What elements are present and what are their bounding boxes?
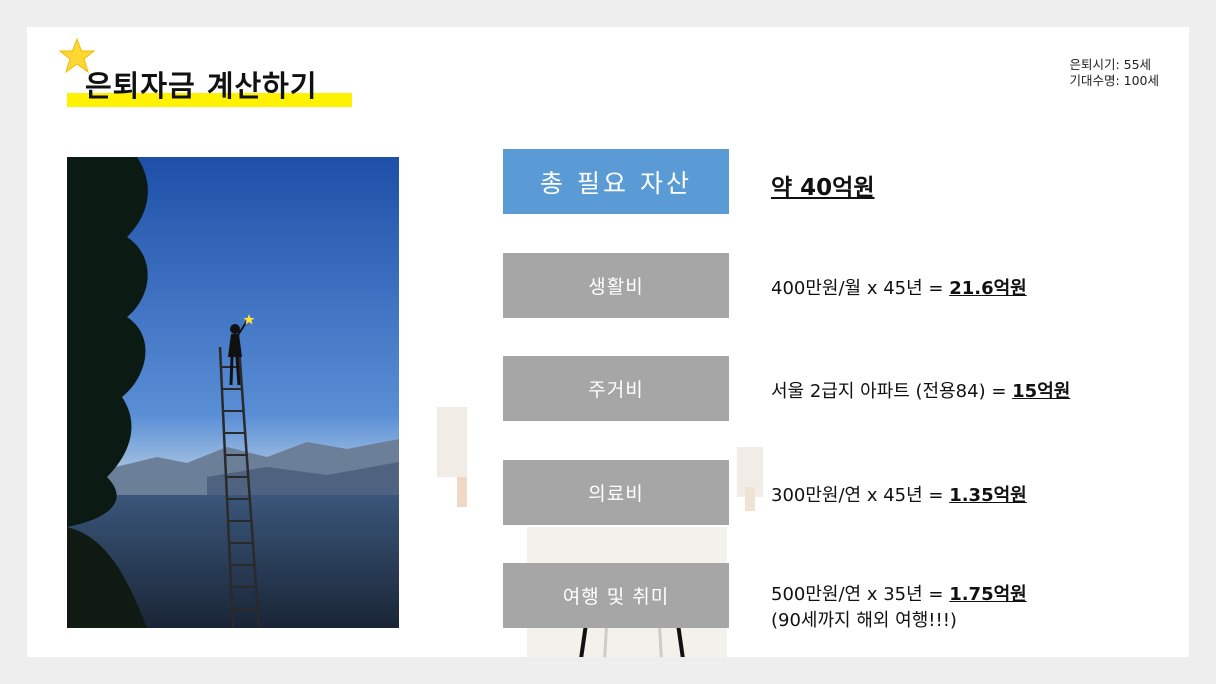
travel-hobby-value: 500만원/연 x 35년 = 1.75억원 (90세까지 해외 여행!!!) [771, 580, 1027, 632]
housing-cost-formula: 서울 2급지 아파트 (전용84) = [771, 381, 1013, 402]
life-expectancy-text: 기대수명: 100세 [1069, 73, 1159, 88]
living-cost-value: 400만원/월 x 45년 = 21.6억원 [771, 274, 1027, 300]
medical-cost-formula: 300만원/연 x 45년 = [771, 485, 950, 506]
living-cost-formula: 400만원/월 x 45년 = [771, 278, 950, 299]
medical-cost-label: 의료비 [503, 460, 729, 525]
housing-cost-label: 주거비 [503, 356, 729, 421]
travel-hobby-result: 1.75억원 [949, 584, 1027, 605]
total-assets-value: 약 40억원 [771, 175, 875, 201]
medical-cost-value: 300만원/연 x 45년 = 1.35억원 [771, 481, 1027, 507]
travel-hobby-formula: 500만원/연 x 35년 = [771, 584, 950, 605]
slide: 은퇴자금 계산하기 은퇴시기: 55세 기대수명: 100세 총 필요 자산 약… [27, 27, 1189, 657]
assumptions: 은퇴시기: 55세 기대수명: 100세 [1069, 57, 1159, 89]
housing-cost-result: 15억원 [1012, 381, 1071, 402]
retire-age-text: 은퇴시기: 55세 [1069, 57, 1152, 72]
page-title: 은퇴자금 계산하기 [85, 69, 318, 103]
ladder-sky-photo [67, 157, 399, 628]
housing-cost-value: 서울 2급지 아파트 (전용84) = 15억원 [771, 377, 1070, 403]
living-cost-label: 생활비 [503, 253, 729, 318]
living-cost-result: 21.6억원 [949, 278, 1027, 299]
total-assets-label: 총 필요 자산 [503, 149, 729, 214]
travel-hobby-note: (90세까지 해외 여행!!!) [771, 610, 957, 631]
medical-cost-result: 1.35억원 [949, 485, 1027, 506]
travel-hobby-label: 여행 및 취미 [503, 563, 729, 628]
